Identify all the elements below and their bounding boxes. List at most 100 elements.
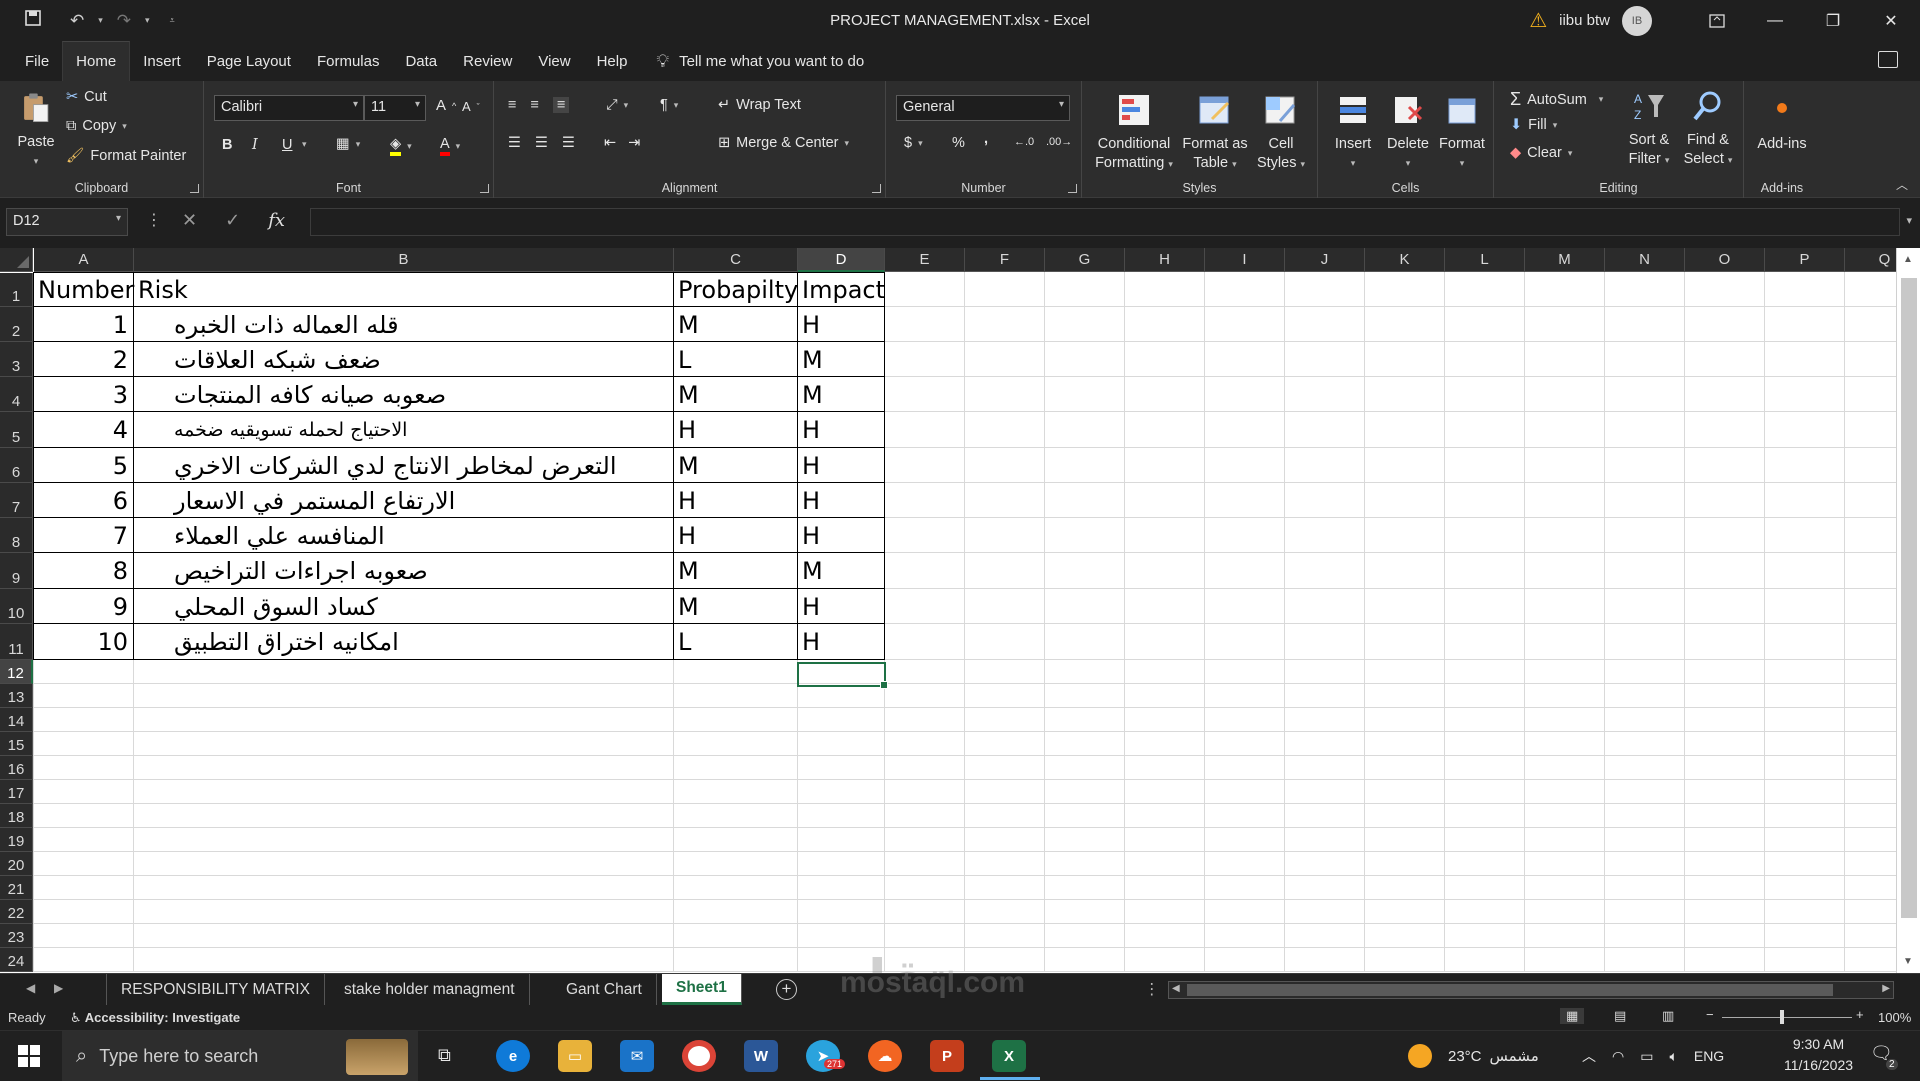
tab-insert[interactable]: Insert <box>130 41 194 81</box>
column-header-b[interactable]: B <box>134 248 674 272</box>
name-box[interactable]: D12 ▾ <box>6 208 128 236</box>
vertical-scroll-thumb[interactable] <box>1901 278 1917 918</box>
currency-button[interactable]: $ ▾ <box>904 135 923 151</box>
underline-dropdown-icon[interactable]: ▾ <box>302 139 307 150</box>
bold-button[interactable]: B <box>222 137 232 153</box>
horizontal-scrollbar[interactable]: ◀ ▶ <box>1168 981 1894 999</box>
collapse-ribbon-icon[interactable]: ︿ <box>1896 176 1908 193</box>
format-as-table-button[interactable]: Format as Table ▾ <box>1180 93 1250 174</box>
chrome-icon[interactable] <box>682 1040 716 1072</box>
volume-icon[interactable]: 🔈︎ <box>1669 1048 1677 1065</box>
customize-qat-icon[interactable]: ⩡ <box>170 15 175 26</box>
tab-formulas[interactable]: Formulas <box>304 41 393 81</box>
user-name[interactable]: iibu btw <box>1559 12 1610 29</box>
font-color-button[interactable]: A ▾ <box>440 136 460 156</box>
ribbon-display-options-icon[interactable] <box>1688 0 1746 41</box>
rtl-button[interactable]: ¶ ▾ <box>660 97 678 113</box>
comments-icon[interactable] <box>1878 51 1898 68</box>
battery-icon[interactable]: ▭ <box>1640 1048 1653 1065</box>
row-header-17[interactable]: 17 <box>0 780 33 804</box>
fill-color-button[interactable]: ◈ ▾ <box>390 136 412 156</box>
zoom-out-icon[interactable]: − <box>1706 1007 1714 1022</box>
cell-styles-button[interactable]: Cell Styles ▾ <box>1252 93 1310 174</box>
paste-button[interactable]: Paste ▾ <box>14 91 58 171</box>
merge-center-button[interactable]: ⊞ Merge & Center ▾ <box>718 135 849 151</box>
row-header-8[interactable]: 8 <box>0 518 33 553</box>
italic-button[interactable]: I <box>252 137 258 153</box>
row-header-19[interactable]: 19 <box>0 828 33 852</box>
weather-widget[interactable]: 23°C مشمس <box>1408 1031 1539 1081</box>
insert-cells-button[interactable]: Insert ▾ <box>1328 93 1378 173</box>
column-header-m[interactable]: M <box>1525 248 1605 272</box>
shrink-font-button[interactable]: Aˇ <box>462 99 480 114</box>
windows-start-icon[interactable] <box>18 1045 40 1072</box>
accessibility-status[interactable]: ♿︎ Accessibility: Investigate <box>70 1010 240 1026</box>
format-painter-button[interactable]: 🖌︎ Format Painter <box>66 147 186 165</box>
worksheet-grid[interactable]: ABCDEFGHIJKLMNOPQ 1 2 3 4 5 6 7 8 9 10 11 12 13 14 15 1… <box>0 248 1920 973</box>
column-header-l[interactable]: L <box>1445 248 1525 272</box>
increase-decimal-icon[interactable]: ←.0 <box>1014 136 1034 148</box>
fill-button[interactable]: ⬇ Fill ▾ <box>1510 117 1557 133</box>
wifi-icon[interactable]: ◠ <box>1612 1048 1624 1065</box>
tab-splitter-icon[interactable]: ⋮ <box>1144 980 1160 999</box>
sort-filter-button[interactable]: AZ Sort & Filter ▾ <box>1622 89 1676 170</box>
tab-page-layout[interactable]: Page Layout <box>194 41 304 81</box>
conditional-formatting-button[interactable]: Conditional Formatting ▾ <box>1092 93 1176 174</box>
column-header-p[interactable]: P <box>1765 248 1845 272</box>
edge-icon[interactable]: e <box>496 1040 530 1072</box>
decrease-decimal-icon[interactable]: .00→ <box>1046 136 1072 148</box>
row-header-18[interactable]: 18 <box>0 804 33 828</box>
orientation-button[interactable]: ⤢ ▾ <box>606 97 628 113</box>
increase-indent-icon[interactable]: ⇥ <box>628 135 640 151</box>
row-header-5[interactable]: 5 <box>0 412 33 448</box>
undo-dropdown-icon[interactable]: ▾ <box>98 15 103 26</box>
zoom-level[interactable]: 100% <box>1878 1010 1911 1025</box>
file-explorer-icon[interactable]: ▭ <box>558 1040 592 1072</box>
tab-view[interactable]: View <box>525 41 583 81</box>
soundcloud-icon[interactable]: ☁ <box>868 1040 902 1072</box>
taskbar-search[interactable]: ⌕ Type here to search <box>62 1031 418 1081</box>
row-header-13[interactable]: 13 <box>0 684 33 708</box>
tab-help[interactable]: Help <box>584 41 641 81</box>
tell-me-search[interactable]: 💡︎ Tell me what you want to do <box>656 51 864 72</box>
column-header-g[interactable]: G <box>1045 248 1125 272</box>
borders-button[interactable]: ▦ ▾ <box>336 136 360 152</box>
align-right-icon[interactable]: ☰ <box>562 135 575 151</box>
expand-formula-bar-icon[interactable]: ▾ <box>1906 214 1912 227</box>
align-left-icon[interactable]: ☰ <box>508 135 521 151</box>
horizontal-scroll-thumb[interactable] <box>1187 984 1833 996</box>
scroll-down-icon[interactable]: ▼ <box>1903 956 1913 967</box>
save-icon[interactable] <box>24 9 42 32</box>
cut-button[interactable]: ✂ Cut <box>66 89 107 105</box>
addins-button[interactable]: Add-ins <box>1750 93 1814 154</box>
row-header-16[interactable]: 16 <box>0 756 33 780</box>
number-format-combo[interactable]: General ▾ <box>896 95 1070 121</box>
task-view-icon[interactable]: ⧉ <box>438 1045 451 1066</box>
zoom-in-icon[interactable]: + <box>1856 1007 1864 1022</box>
excel-icon[interactable]: X <box>992 1040 1026 1072</box>
page-layout-view-icon[interactable]: ▤ <box>1614 1008 1626 1024</box>
row-header-12[interactable]: 12 <box>0 660 33 684</box>
autosum-button[interactable]: Σ AutoSum ▾ <box>1510 89 1603 110</box>
redo-icon[interactable]: ↷ <box>117 11 131 31</box>
align-middle-icon[interactable]: ≡ <box>530 97 538 113</box>
row-header-20[interactable]: 20 <box>0 852 33 876</box>
language-indicator[interactable]: ENG <box>1694 1048 1724 1064</box>
font-name-combo[interactable]: Calibri ▾ <box>214 95 364 121</box>
column-header-i[interactable]: I <box>1205 248 1285 272</box>
tab-review[interactable]: Review <box>450 41 525 81</box>
zoom-slider-thumb[interactable] <box>1780 1010 1784 1024</box>
grow-font-button[interactable]: A ^ <box>436 97 456 114</box>
redo-dropdown-icon[interactable]: ▾ <box>145 15 150 26</box>
formula-input[interactable] <box>310 208 1900 236</box>
comma-button[interactable]: , <box>984 131 988 147</box>
delete-cells-button[interactable]: Delete ▾ <box>1382 93 1434 173</box>
enter-icon[interactable]: ✓ <box>225 210 240 231</box>
row-header-10[interactable]: 10 <box>0 589 33 624</box>
column-header-a[interactable]: A <box>34 248 134 272</box>
powerpoint-icon[interactable]: P <box>930 1040 964 1072</box>
number-launcher-icon[interactable] <box>1068 184 1077 193</box>
normal-view-icon[interactable]: ▦ <box>1560 1008 1585 1024</box>
column-header-j[interactable]: J <box>1285 248 1365 272</box>
vertical-scrollbar[interactable]: ▲ ▼ <box>1896 248 1920 973</box>
